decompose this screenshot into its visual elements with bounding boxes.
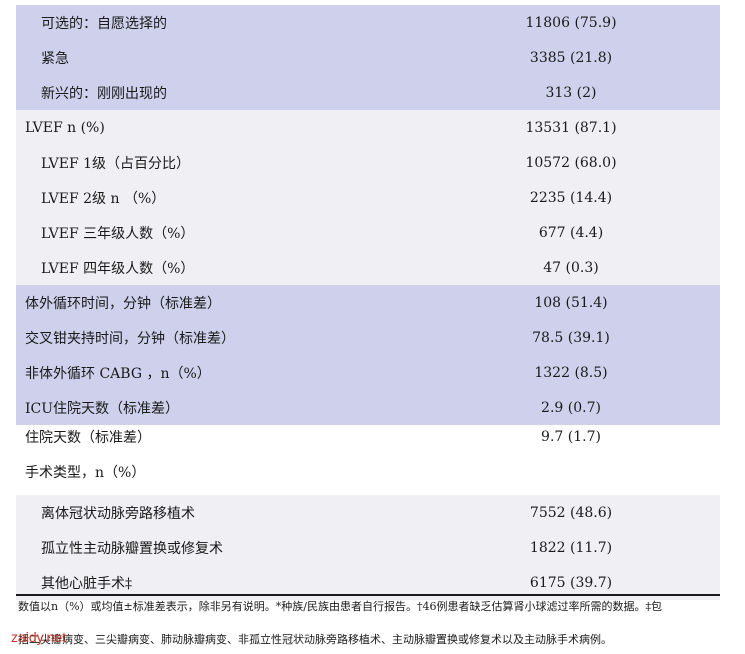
table-row: 体外循环时间，分钟（标准差） 108 (51.4) <box>16 285 720 320</box>
row-label: 住院天数（标准差） <box>25 430 151 446</box>
row-value: 3385 (21.8) <box>529 49 613 66</box>
table-row: LVEF 1级（占百分比） 10572 (68.0) <box>16 145 720 180</box>
row-value: 2235 (14.4) <box>529 189 613 206</box>
table-row: LVEF n (%) 13531 (87.1) <box>16 110 720 145</box>
row-value: 108 (51.4) <box>534 294 608 311</box>
table-row: 新兴的：刚刚出现的 313 (2) <box>16 75 720 110</box>
row-label: ICU住院天数（标准差） <box>25 400 180 417</box>
row-value: 7552 (48.6) <box>529 504 613 521</box>
row-label: 非体外循环 CABG ，n（%） <box>25 365 211 382</box>
row-value <box>501 449 641 495</box>
table-row: LVEF 三年级人数（%） 677 (4.4) <box>16 215 720 250</box>
row-value: 9.7 (1.7) <box>541 429 601 445</box>
row-label: 紧急 <box>41 50 69 67</box>
row-label: LVEF 1级（占百分比） <box>41 155 191 172</box>
row-value: 11806 (75.9) <box>525 14 617 31</box>
table-bottom-rule <box>16 594 720 596</box>
row-label: 新兴的：刚刚出现的 <box>41 85 167 102</box>
table-row: ICU住院天数（标准差） 2.9 (0.7) <box>16 390 720 425</box>
row-value: 13531 (87.1) <box>525 119 617 136</box>
row-label: 孤立性主动脉瓣置换或修复术 <box>41 540 223 557</box>
row-label: LVEF 2级 n （%） <box>41 190 166 207</box>
row-label: LVEF n (%) <box>25 119 105 136</box>
table-row: 紧急 3385 (21.8) <box>16 40 720 75</box>
row-label: 可选的：自愿选择的 <box>41 15 167 32</box>
row-label: LVEF 四年级人数（%） <box>41 260 195 277</box>
table-row: 交叉钳夹持时间，分钟（标准差） 78.5 (39.1) <box>16 320 720 355</box>
row-value: 1822 (11.7) <box>529 539 613 556</box>
row-value: 10572 (68.0) <box>525 154 617 171</box>
table-row: LVEF 2级 n （%） 2235 (14.4) <box>16 180 720 215</box>
row-label: 交叉钳夹持时间，分钟（标准差） <box>25 330 235 347</box>
row-value: 2.9 (0.7) <box>541 399 601 416</box>
table-row: 孤立性主动脉瓣置换或修复术 1822 (11.7) <box>16 530 720 565</box>
row-value: 313 (2) <box>545 84 597 101</box>
footnote-line-1: 数值以n（%）或均值±标准差表示，除非另有说明。*种族/民族由患者自行报告。†4… <box>18 600 662 613</box>
row-label: 手术类型，n（%） <box>25 465 146 481</box>
table-row: 离体冠状动脉旁路移植术 7552 (48.6) <box>16 495 720 530</box>
row-label: LVEF 三年级人数（%） <box>41 225 195 242</box>
table-row: 非体外循环 CABG ，n（%） 1322 (8.5) <box>16 355 720 390</box>
row-value: 677 (4.4) <box>538 224 604 241</box>
table-row: 住院天数（标准差） 9.7 (1.7) <box>16 425 720 449</box>
row-label: 体外循环时间，分钟（标准差） <box>25 295 221 312</box>
row-label: 离体冠状动脉旁路移植术 <box>41 505 195 522</box>
table-row: LVEF 四年级人数（%） 47 (0.3) <box>16 250 720 285</box>
table-row: 可选的：自愿选择的 11806 (75.9) <box>16 5 720 40</box>
row-value: 78.5 (39.1) <box>532 329 610 346</box>
row-value: 47 (0.3) <box>543 259 599 276</box>
table-row: 手术类型，n（%） <box>16 449 720 495</box>
footnote-line-2: 括二尖瓣病变、三尖瓣病变、肺动脉瓣病变、非孤立性冠状动脉旁路移植术、主动脉瓣置换… <box>18 633 612 646</box>
watermark: zaidy.net <box>11 629 66 645</box>
data-table: 可选的：自愿选择的 11806 (75.9) 紧急 3385 (21.8) 新兴… <box>16 5 720 600</box>
row-value: 1322 (8.5) <box>534 364 608 381</box>
